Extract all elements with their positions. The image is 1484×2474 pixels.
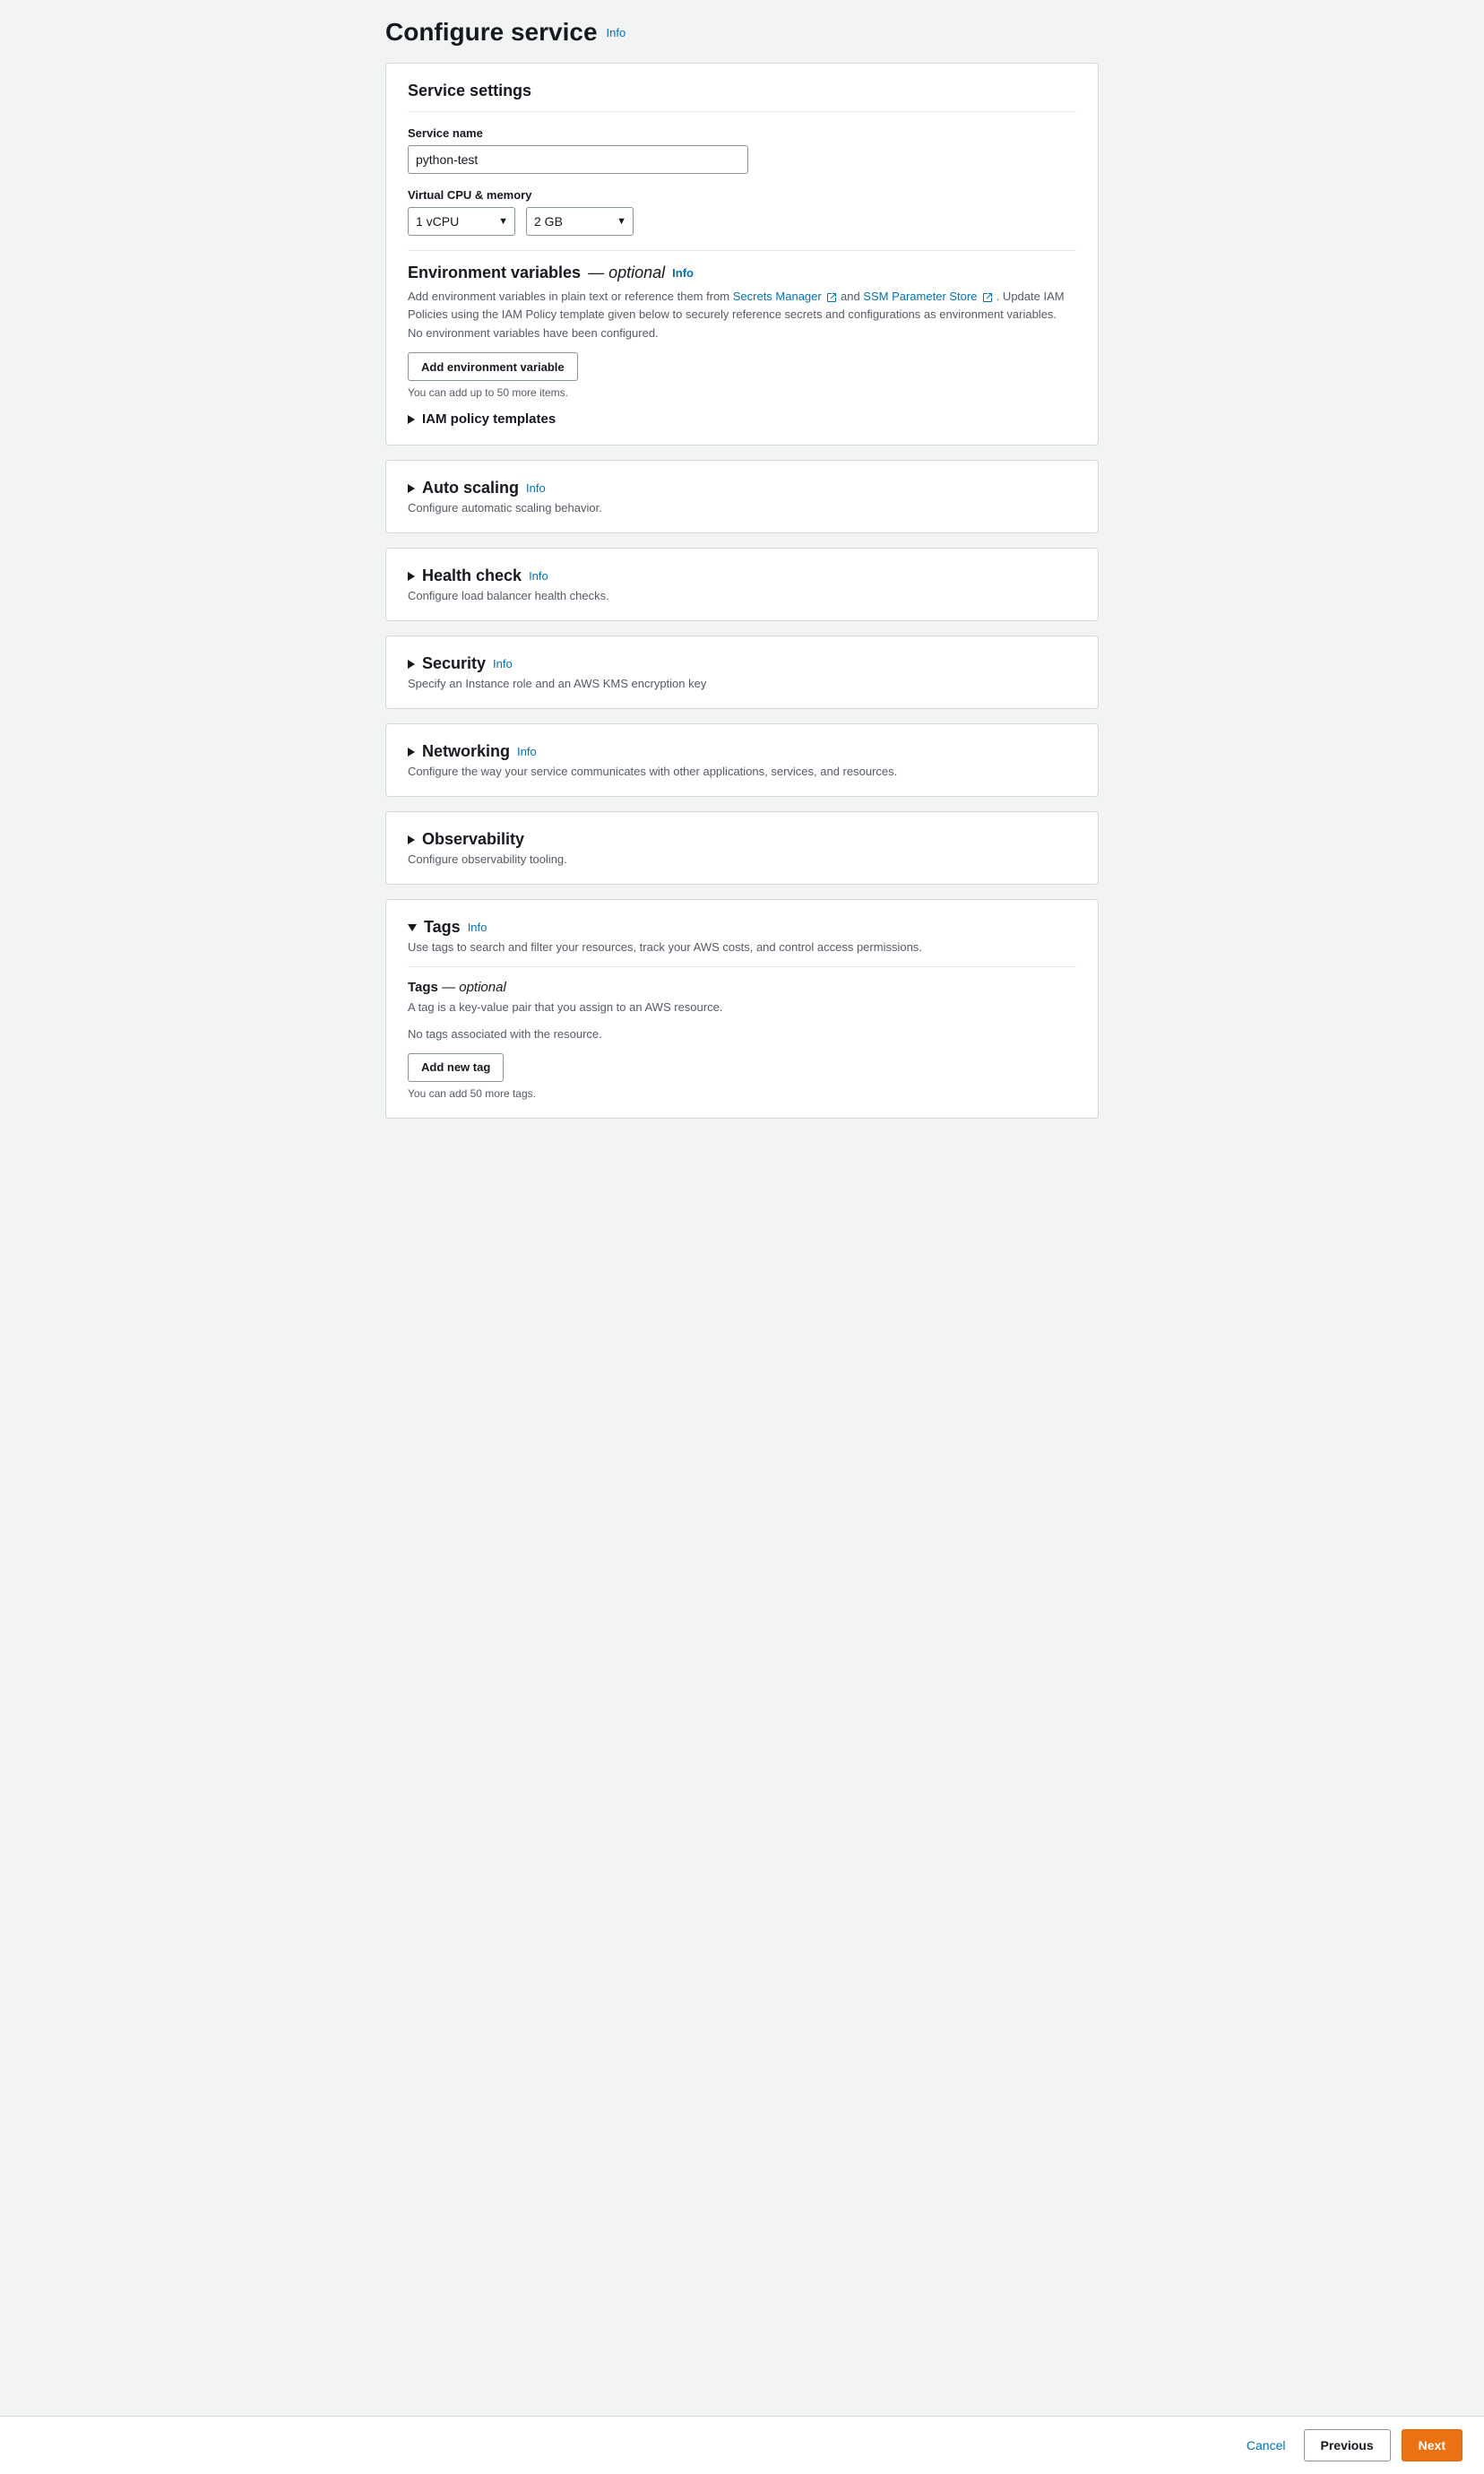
tags-section: Tags Info Use tags to search and filter … (385, 899, 1099, 1119)
env-vars-title-row: Environment variables — optional Info (408, 264, 1076, 282)
service-settings-card: Service settings Service name Virtual CP… (385, 63, 1099, 445)
networking-triangle-icon (408, 748, 415, 757)
no-tags-text: No tags associated with the resource. (408, 1027, 1076, 1041)
security-desc: Specify an Instance role and an AWS KMS … (408, 677, 1076, 690)
secrets-manager-link[interactable]: Secrets Manager (733, 290, 822, 303)
health-check-desc: Configure load balancer health checks. (408, 589, 1076, 602)
vcpu-select[interactable]: 0.25 vCPU 0.5 vCPU 1 vCPU 2 vCPU 4 vCPU (408, 207, 515, 236)
cancel-button[interactable]: Cancel (1239, 2434, 1293, 2457)
iam-policy-triangle-icon (408, 415, 415, 424)
health-check-header[interactable]: Health check Info (408, 567, 1076, 585)
observability-title: Observability (422, 830, 524, 849)
ssm-link[interactable]: SSM Parameter Store (863, 290, 977, 303)
observability-section: Observability Configure observability to… (385, 811, 1099, 885)
auto-scaling-title: Auto scaling (422, 479, 519, 497)
env-desc-text-1: Add environment variables in plain text … (408, 290, 733, 303)
tags-divider (408, 966, 1076, 967)
iam-policy-templates-row[interactable]: IAM policy templates (408, 411, 1076, 427)
health-check-section: Health check Info Configure load balance… (385, 548, 1099, 621)
footer-bar: Cancel Previous Next (0, 2416, 1484, 2474)
add-env-var-button[interactable]: Add environment variable (408, 352, 578, 381)
tags-optional-section: Tags — optional A tag is a key-value pai… (408, 980, 1076, 1100)
networking-title: Networking (422, 742, 510, 761)
security-info-link[interactable]: Info (493, 657, 513, 670)
health-check-info-link[interactable]: Info (529, 569, 548, 583)
page-title-area: Configure service Info (385, 18, 1099, 47)
networking-section: Networking Info Configure the way your s… (385, 723, 1099, 797)
tags-optional-desc: A tag is a key-value pair that you assig… (408, 999, 1076, 1016)
page-info-link[interactable]: Info (607, 26, 626, 39)
auto-scaling-desc: Configure automatic scaling behavior. (408, 501, 1076, 515)
env-desc-text-2: and (841, 290, 863, 303)
page-title: Configure service (385, 18, 598, 47)
observability-header[interactable]: Observability (408, 830, 1076, 849)
auto-scaling-section: Auto scaling Info Configure automatic sc… (385, 460, 1099, 533)
tags-optional-title-text: Tags (408, 980, 438, 995)
service-name-input[interactable] (408, 145, 748, 174)
tags-desc: Use tags to search and filter your resou… (408, 940, 1076, 954)
vcpu-memory-group: Virtual CPU & memory 0.25 vCPU 0.5 vCPU … (408, 188, 1076, 236)
vcpu-memory-selects: 0.25 vCPU 0.5 vCPU 1 vCPU 2 vCPU 4 vCPU … (408, 207, 1076, 236)
env-vars-divider (408, 250, 1076, 251)
health-check-title: Health check (422, 567, 522, 585)
vcpu-select-wrapper: 0.25 vCPU 0.5 vCPU 1 vCPU 2 vCPU 4 vCPU … (408, 207, 515, 236)
tags-optional-title: Tags — optional (408, 980, 506, 995)
env-vars-description: Add environment variables in plain text … (408, 288, 1076, 323)
add-env-limit-text: You can add up to 50 more items. (408, 386, 1076, 399)
auto-scaling-header[interactable]: Auto scaling Info (408, 479, 1076, 497)
tags-title: Tags (424, 918, 461, 937)
security-section: Security Info Specify an Instance role a… (385, 636, 1099, 709)
auto-scaling-triangle-icon (408, 484, 415, 493)
networking-header[interactable]: Networking Info (408, 742, 1076, 761)
no-env-vars-text: No environment variables have been confi… (408, 326, 1076, 340)
tags-info-link[interactable]: Info (468, 921, 487, 934)
memory-select[interactable]: 0.5 GB 1 GB 2 GB 3 GB 4 GB (526, 207, 634, 236)
vcpu-memory-label: Virtual CPU & memory (408, 188, 1076, 202)
env-vars-section: Environment variables — optional Info Ad… (408, 264, 1076, 427)
health-check-triangle-icon (408, 572, 415, 581)
tags-optional-label: — optional (442, 980, 506, 995)
security-header[interactable]: Security Info (408, 654, 1076, 673)
env-vars-title: Environment variables (408, 264, 581, 282)
service-settings-title: Service settings (408, 82, 1076, 112)
next-button[interactable]: Next (1402, 2429, 1462, 2461)
add-tag-limit-text: You can add 50 more tags. (408, 1087, 1076, 1100)
env-vars-optional: — optional (588, 264, 665, 282)
security-triangle-icon (408, 660, 415, 669)
tags-header[interactable]: Tags Info (408, 918, 1076, 937)
networking-desc: Configure the way your service communica… (408, 765, 1076, 778)
secrets-manager-external-icon (826, 292, 837, 303)
service-name-label: Service name (408, 126, 1076, 140)
env-vars-info-link[interactable]: Info (672, 266, 694, 280)
add-new-tag-button[interactable]: Add new tag (408, 1053, 504, 1082)
auto-scaling-info-link[interactable]: Info (526, 481, 546, 495)
security-title: Security (422, 654, 486, 673)
networking-info-link[interactable]: Info (517, 745, 537, 758)
tags-optional-title-row: Tags — optional (408, 980, 1076, 995)
previous-button[interactable]: Previous (1304, 2429, 1391, 2461)
memory-select-wrapper: 0.5 GB 1 GB 2 GB 3 GB 4 GB ▼ (526, 207, 634, 236)
service-name-group: Service name (408, 126, 1076, 174)
observability-triangle-icon (408, 835, 415, 844)
iam-policy-templates-label: IAM policy templates (422, 411, 556, 427)
tags-triangle-icon (408, 924, 417, 931)
observability-desc: Configure observability tooling. (408, 852, 1076, 866)
ssm-external-icon (982, 292, 993, 303)
